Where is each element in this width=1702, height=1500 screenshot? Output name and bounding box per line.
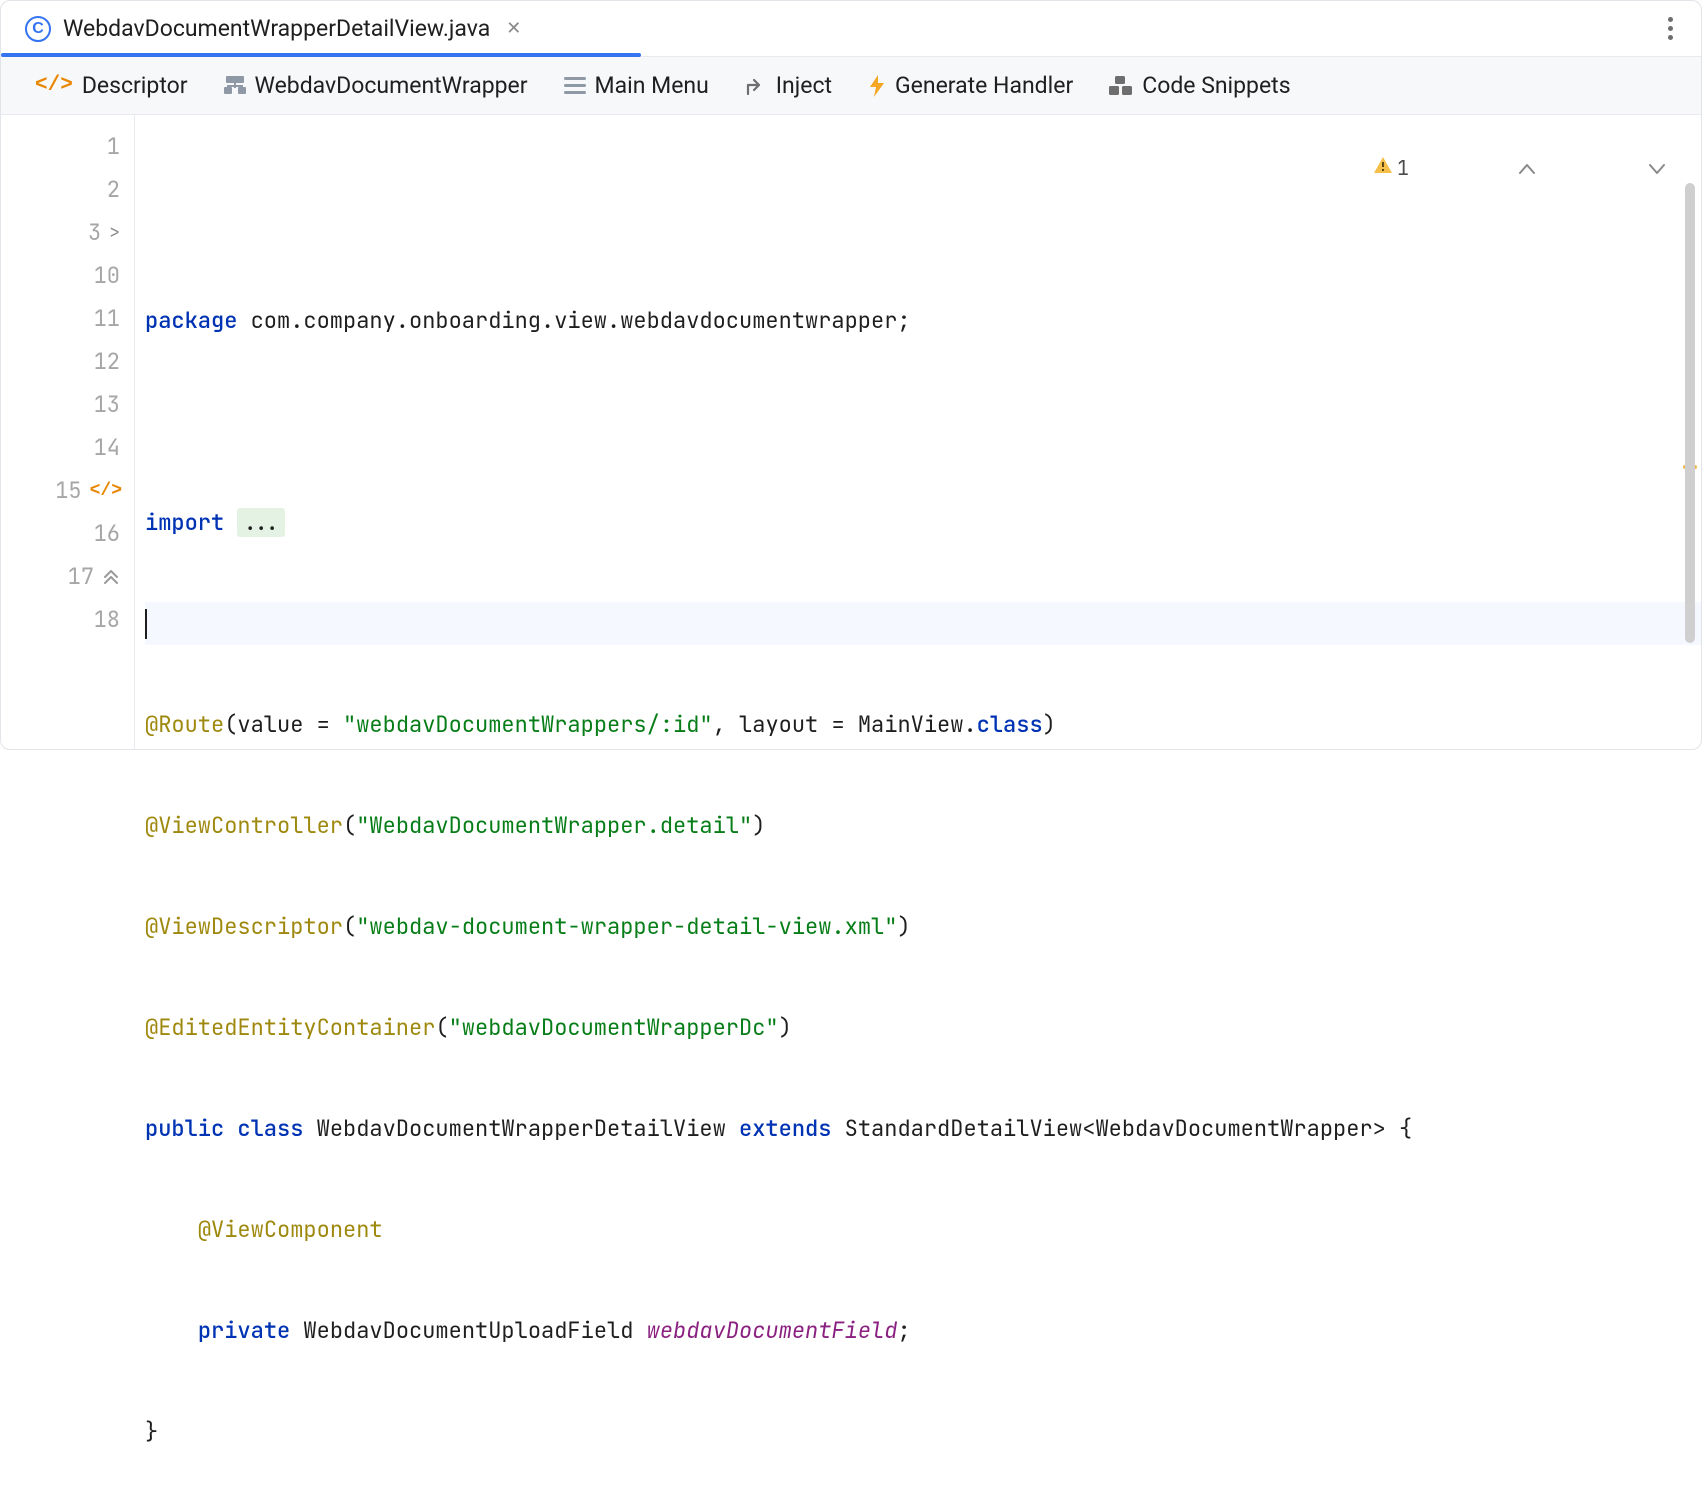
- line-number: 12: [90, 347, 120, 376]
- main-menu-icon: [564, 77, 586, 95]
- java-class-icon: C: [25, 16, 51, 42]
- error-stripe[interactable]: [1683, 123, 1697, 749]
- prev-highlight-icon[interactable]: [1419, 127, 1539, 209]
- descriptor-icon: </>: [35, 74, 73, 97]
- main-menu-action[interactable]: Main Menu: [564, 72, 709, 99]
- folded-region[interactable]: ...: [237, 508, 285, 537]
- code-line[interactable]: @EditedEntityContainer("webdavDocumentWr…: [145, 1006, 1701, 1049]
- generate-handler-action[interactable]: Generate Handler: [868, 72, 1073, 99]
- text-caret: [145, 609, 147, 639]
- code-snippets-action[interactable]: Code Snippets: [1109, 72, 1290, 99]
- code-line[interactable]: @Route(value = "webdavDocumentWrappers/:…: [145, 703, 1701, 746]
- editor-tab-active[interactable]: C WebdavDocumentWrapperDetailView.java ✕: [1, 1, 553, 56]
- tab-filename: WebdavDocumentWrapperDetailView.java: [63, 15, 490, 42]
- warning-icon: [1253, 129, 1393, 207]
- warnings-indicator[interactable]: 1: [1253, 129, 1409, 207]
- inject-label: Inject: [776, 72, 832, 99]
- code-snippets-label: Code Snippets: [1142, 72, 1290, 99]
- lightning-icon: [868, 74, 886, 98]
- editor-tabs: C WebdavDocumentWrapperDetailView.java ✕: [1, 1, 1701, 57]
- line-number: 18: [90, 605, 120, 634]
- scrollbar-thumb[interactable]: [1685, 183, 1695, 643]
- warning-count: 1: [1397, 155, 1409, 181]
- editor-toolbar: </> Descriptor WebdavDocumentWrapper Mai…: [1, 57, 1701, 115]
- entity-label: WebdavDocumentWrapper: [255, 72, 528, 99]
- line-number: 11: [90, 304, 120, 333]
- close-tab-icon[interactable]: ✕: [502, 18, 525, 39]
- line-number: 14: [90, 433, 120, 462]
- line-number: 1: [90, 132, 120, 161]
- code-editor[interactable]: 1 2 3 > 10 11 12 13 14 15 </> 16 17 18: [1, 115, 1701, 749]
- code-line[interactable]: public class WebdavDocumentWrapperDetail…: [145, 1107, 1701, 1150]
- entity-action[interactable]: WebdavDocumentWrapper: [224, 72, 528, 99]
- navigate-gutter-icon[interactable]: [102, 568, 120, 586]
- code-line[interactable]: @ViewComponent: [145, 1208, 1701, 1251]
- code-snippets-icon: [1109, 76, 1133, 96]
- descriptor-gutter-icon[interactable]: </>: [90, 481, 122, 501]
- line-number: 15: [52, 476, 82, 505]
- code-line[interactable]: @ViewController("WebdavDocumentWrapper.d…: [145, 804, 1701, 847]
- line-number: 17: [64, 562, 94, 591]
- tab-active-underline: [1, 53, 641, 57]
- editor-gutter[interactable]: 1 2 3 > 10 11 12 13 14 15 </> 16 17 18: [1, 115, 135, 749]
- fold-expand-icon[interactable]: >: [109, 221, 120, 244]
- code-line[interactable]: @ViewDescriptor("webdav-document-wrapper…: [145, 905, 1701, 948]
- inspection-widget[interactable]: 1: [1253, 127, 1669, 209]
- line-number: 3: [71, 218, 101, 247]
- inject-action[interactable]: Inject: [745, 72, 832, 99]
- generate-handler-label: Generate Handler: [895, 72, 1073, 99]
- code-line[interactable]: private WebdavDocumentUploadField webdav…: [145, 1309, 1701, 1352]
- code-line-current[interactable]: [145, 602, 1701, 645]
- line-number: 2: [90, 175, 120, 204]
- tab-options-menu-icon[interactable]: [1650, 7, 1691, 50]
- main-menu-label: Main Menu: [595, 72, 709, 99]
- code-line[interactable]: package com.company.onboarding.view.webd…: [145, 299, 1701, 342]
- line-number: 16: [90, 519, 120, 548]
- next-highlight-icon[interactable]: [1549, 127, 1669, 209]
- code-line[interactable]: [145, 400, 1701, 443]
- descriptor-action[interactable]: </> Descriptor: [35, 72, 188, 99]
- entity-icon: [224, 76, 246, 96]
- code-line[interactable]: import ...: [145, 501, 1701, 544]
- descriptor-label: Descriptor: [82, 72, 188, 99]
- code-area[interactable]: 1 package com.company.onboarding.view.we…: [135, 115, 1701, 749]
- inject-icon: [745, 75, 767, 97]
- line-number: 13: [90, 390, 120, 419]
- code-line[interactable]: }: [145, 1410, 1701, 1453]
- line-number: 10: [90, 261, 120, 290]
